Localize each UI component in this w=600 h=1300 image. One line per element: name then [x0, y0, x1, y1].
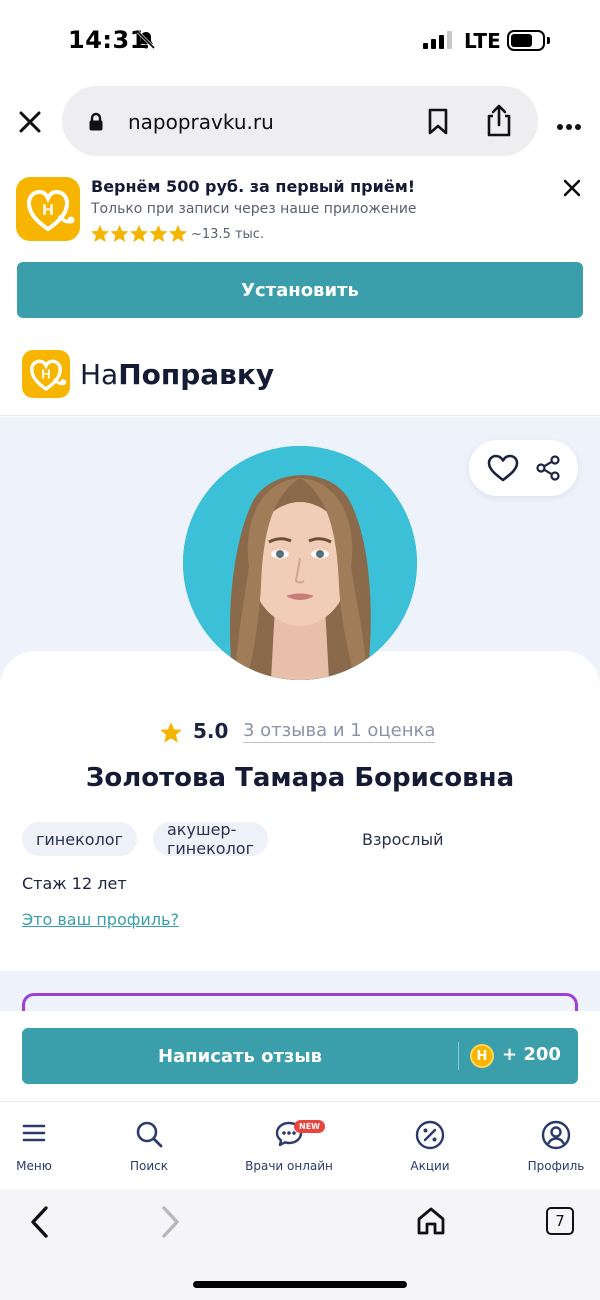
site-header: Н НаПоправку [0, 334, 600, 416]
logo-icon[interactable]: Н [22, 350, 70, 398]
nav-search[interactable]: Поиск [99, 1102, 199, 1190]
forward-icon[interactable] [158, 1205, 182, 1243]
site-logo[interactable]: НаПоправку [80, 358, 274, 391]
network-type: LTE [464, 29, 501, 53]
bottom-navigation: Меню Поиск NEW Врачи онлайн Акции Профил… [0, 1101, 600, 1189]
profile-actions [469, 440, 578, 496]
nav-doctors-online[interactable]: NEW Врачи онлайн [239, 1102, 339, 1190]
battery-icon [507, 30, 545, 51]
close-banner-icon[interactable] [562, 178, 582, 202]
signal-icon [423, 31, 452, 49]
back-icon[interactable] [28, 1205, 52, 1243]
percent-icon [415, 1120, 445, 1154]
bonus-amount: + 200 [502, 1044, 561, 1065]
star-rating-icons [91, 225, 187, 242]
profile-icon [541, 1120, 571, 1154]
write-review-button[interactable]: Написать отзыв Н + 200 [22, 1028, 578, 1084]
new-badge: NEW [294, 1120, 325, 1133]
rating-score: 5.0 [193, 719, 229, 743]
url-text: napopravku.ru [128, 110, 274, 134]
tag-gynecologist[interactable]: гинеколог [22, 822, 137, 856]
nav-profile[interactable]: Профиль [506, 1102, 600, 1190]
tabs-count-button[interactable]: 7 [546, 1207, 574, 1235]
age-group-label: Взрослый [362, 829, 444, 849]
home-icon[interactable] [415, 1205, 447, 1241]
nav-search-label: Поиск [129, 1159, 168, 1173]
claim-profile-link[interactable]: Это ваш профиль? [22, 910, 179, 929]
install-button[interactable]: Установить [17, 262, 583, 318]
promo-rating: ~13.5 тыс. [90, 224, 264, 244]
more-icon[interactable] [556, 116, 582, 135]
button-divider [458, 1042, 459, 1070]
app-icon[interactable]: Н [16, 177, 80, 241]
coin-icon: Н [470, 1044, 494, 1068]
promo-subtitle: Только при записи через наше приложение [91, 201, 417, 217]
write-review-label: Написать отзыв [157, 1045, 323, 1067]
search-icon [135, 1120, 163, 1152]
app-promo-banner: Н Вернём 500 руб. за первый приём! Тольк… [0, 162, 600, 334]
close-icon[interactable] [16, 108, 44, 140]
experience-text: Стаж 12 лет [22, 874, 127, 893]
logo-icon-letter: Н [41, 367, 50, 382]
share-network-icon[interactable] [535, 455, 561, 485]
doctor-avatar [183, 446, 417, 680]
nav-menu-label: Меню [16, 1159, 52, 1173]
logo-bold: Поправку [118, 358, 275, 391]
doctor-name: Золотова Тамара Борисовна [85, 763, 515, 793]
favorite-heart-icon[interactable] [487, 454, 519, 486]
nav-promotions[interactable]: Акции [380, 1102, 480, 1190]
nav-profile-label: Профиль [527, 1159, 585, 1173]
bell-muted-icon [136, 30, 156, 54]
nav-promotions-label: Акции [410, 1159, 450, 1173]
review-bar: Написать отзыв Н + 200 [0, 1011, 600, 1101]
url-field[interactable]: napopravku.ru [62, 86, 538, 156]
logo-prefix: На [80, 358, 119, 391]
lock-icon [88, 112, 104, 136]
promo-title: Вернём 500 руб. за первый приём! [91, 177, 416, 196]
bookmark-icon[interactable] [426, 108, 450, 140]
menu-icon [21, 1120, 47, 1150]
app-icon-letter: Н [42, 202, 54, 219]
promo-rating-count: ~13.5 тыс. [191, 226, 265, 242]
browser-address-bar: napopravku.ru [0, 84, 600, 160]
status-bar: 14:31 LTE [0, 0, 600, 80]
nav-menu[interactable]: Меню [0, 1102, 84, 1190]
tag-obstetrician-gynecologist[interactable]: акушер-гинеколог [153, 820, 268, 858]
home-indicator [193, 1281, 407, 1288]
share-icon[interactable] [484, 104, 514, 142]
nav-doctors-online-label: Врачи онлайн [245, 1159, 333, 1173]
reviews-link[interactable]: 3 отзыва и 1 оценка [243, 720, 436, 743]
doctor-rating: 5.0 3 отзыва и 1 оценка [0, 718, 600, 748]
battery-tip [547, 37, 550, 44]
star-icon [159, 721, 183, 749]
